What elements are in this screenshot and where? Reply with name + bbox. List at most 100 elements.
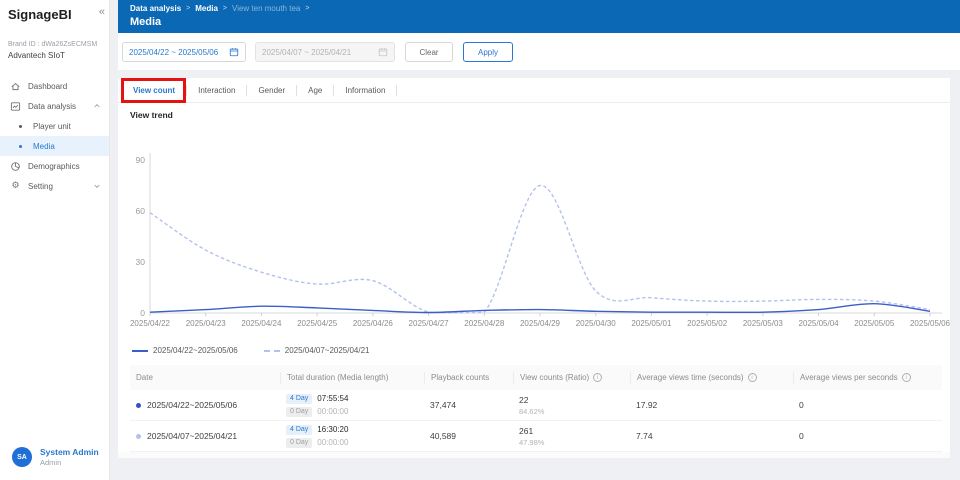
tab-interaction[interactable]: Interaction bbox=[187, 78, 246, 103]
chevron-up-icon bbox=[93, 102, 101, 110]
sidebar-collapse-icon[interactable]: « bbox=[99, 6, 105, 18]
col-date: Date bbox=[136, 373, 153, 382]
breadcrumb-current: View ten mouth tea bbox=[232, 4, 301, 13]
legend-item-compare: 2025/04/07~2025/04/21 bbox=[263, 346, 370, 355]
playback-count: 40,589 bbox=[430, 431, 456, 441]
sidebar-item-label: Media bbox=[33, 141, 55, 151]
user-role: Admin bbox=[40, 458, 62, 467]
day-badge: 0 Day bbox=[286, 437, 313, 448]
avg-views-time: 7.74 bbox=[636, 431, 653, 441]
user-name: System Admin bbox=[40, 447, 99, 457]
info-icon[interactable] bbox=[593, 373, 603, 382]
legend-item-current: 2025/04/22~2025/05/06 bbox=[132, 346, 238, 355]
page-title: Media bbox=[130, 16, 162, 28]
tab-view-count[interactable]: View count bbox=[122, 78, 186, 103]
view-count: 22 bbox=[519, 394, 529, 405]
sidebar-item-setting[interactable]: ⚙ Setting bbox=[0, 176, 109, 196]
sidebar-item-label: Data analysis bbox=[28, 101, 77, 111]
filter-bar: 2025/04/22 ~ 2025/05/06 2025/04/07 ~ 202… bbox=[118, 33, 960, 70]
bullet-icon bbox=[19, 124, 22, 128]
analysis-icon bbox=[10, 101, 21, 112]
pie-chart-icon bbox=[10, 161, 21, 172]
duration-value: 16:30:20 bbox=[317, 425, 349, 434]
svg-text:30: 30 bbox=[136, 257, 146, 267]
sidebar-nav: Dashboard Data analysis Player unit Medi… bbox=[0, 76, 109, 196]
info-icon[interactable] bbox=[747, 373, 757, 382]
sidebar-item-label: Setting bbox=[28, 181, 53, 191]
dashed-line-icon bbox=[263, 349, 280, 352]
svg-text:2025/04/23: 2025/04/23 bbox=[186, 319, 227, 328]
user-profile[interactable]: SA System Admin Admin bbox=[12, 447, 99, 467]
sidebar-item-dashboard[interactable]: Dashboard bbox=[0, 76, 109, 96]
table-header: Date Total duration (Media length) Playb… bbox=[130, 365, 942, 390]
solid-line-icon bbox=[132, 349, 148, 352]
sidebar-item-label: Dashboard bbox=[28, 81, 68, 91]
brand-name: Advantech SIoT bbox=[8, 51, 65, 60]
day-badge: 4 Day bbox=[286, 424, 313, 435]
svg-text:2025/05/01: 2025/05/01 bbox=[631, 319, 672, 328]
chart-legend: 2025/04/22~2025/05/06 2025/04/07~2025/04… bbox=[132, 346, 370, 355]
breadcrumb: Data analysis > Media > View ten mouth t… bbox=[130, 4, 960, 13]
sidebar-item-data-analysis[interactable]: Data analysis bbox=[0, 96, 109, 116]
view-trend-chart: 0 30 60 90 2025/04/22 2025/04/23 2025/04/24 202… bbox=[130, 153, 950, 328]
svg-text:2025/04/22: 2025/04/22 bbox=[130, 319, 171, 328]
day-badge: 4 Day bbox=[286, 393, 313, 404]
apply-button[interactable]: Apply bbox=[463, 42, 513, 62]
breadcrumb-separator: > bbox=[186, 5, 191, 12]
tab-gender[interactable]: Gender bbox=[247, 78, 296, 103]
compare-date-range-value: 2025/04/07 ~ 2025/04/21 bbox=[262, 47, 352, 57]
breadcrumb-data-analysis[interactable]: Data analysis bbox=[130, 4, 181, 13]
col-avg-views-time: Average views time (seconds) bbox=[637, 373, 744, 382]
avg-views-time: 17.92 bbox=[636, 400, 658, 410]
duration-value: 00:00:00 bbox=[317, 407, 349, 416]
home-icon bbox=[10, 81, 21, 92]
clear-button[interactable]: Clear bbox=[405, 42, 453, 62]
avatar: SA bbox=[12, 447, 32, 467]
sidebar-item-label: Player unit bbox=[33, 121, 71, 131]
sidebar: SignageBI « Brand ID : dWa26ZsECMSM Adva… bbox=[0, 0, 110, 480]
playback-count: 37,474 bbox=[430, 400, 456, 410]
row-date: 2025/04/22~2025/05/06 bbox=[147, 400, 238, 410]
stats-table: Date Total duration (Media length) Playb… bbox=[130, 365, 942, 452]
sidebar-item-media[interactable]: Media bbox=[0, 136, 109, 156]
table-row: 2025/04/22~2025/05/06 4 Day 07:55:54 0 D… bbox=[130, 390, 942, 421]
sidebar-item-player-unit[interactable]: Player unit bbox=[0, 116, 109, 136]
page-header: Data analysis > Media > View ten mouth t… bbox=[118, 0, 960, 33]
series-bullet-icon bbox=[136, 433, 141, 439]
brand-id: Brand ID : dWa26ZsECMSM bbox=[8, 41, 98, 48]
svg-text:2025/04/27: 2025/04/27 bbox=[409, 319, 450, 328]
col-total-duration: Total duration (Media length) bbox=[287, 373, 389, 382]
day-badge: 0 Day bbox=[286, 406, 313, 417]
app-logo: SignageBI bbox=[8, 7, 72, 22]
card-footer-strip bbox=[118, 452, 950, 458]
svg-text:2025/04/24: 2025/04/24 bbox=[241, 319, 282, 328]
calendar-icon bbox=[229, 47, 239, 57]
legend-label: 2025/04/22~2025/05/06 bbox=[153, 346, 238, 355]
tab-information[interactable]: Information bbox=[334, 78, 396, 103]
duration-value: 07:55:54 bbox=[317, 394, 349, 403]
tab-bar: View count Interaction Gender Age Inform… bbox=[118, 78, 950, 103]
col-view-counts: View counts (Ratio) bbox=[520, 373, 590, 382]
sidebar-item-demographics[interactable]: Demographics bbox=[0, 156, 109, 176]
breadcrumb-separator: > bbox=[305, 5, 310, 12]
info-icon[interactable] bbox=[901, 373, 911, 382]
sidebar-item-label: Demographics bbox=[28, 161, 80, 171]
tab-divider bbox=[396, 84, 398, 96]
view-count: 261 bbox=[519, 425, 534, 436]
bullet-icon bbox=[19, 144, 22, 148]
chart-title: View trend bbox=[130, 110, 173, 120]
svg-text:0: 0 bbox=[140, 308, 145, 318]
svg-text:2025/05/03: 2025/05/03 bbox=[743, 319, 784, 328]
svg-text:60: 60 bbox=[136, 206, 146, 216]
avg-views-per-second: 0 bbox=[799, 400, 804, 410]
calendar-icon bbox=[378, 47, 388, 57]
view-ratio: 84.62% bbox=[519, 406, 545, 416]
date-range-input[interactable]: 2025/04/22 ~ 2025/05/06 bbox=[122, 42, 246, 62]
duration-value: 00:00:00 bbox=[317, 438, 349, 447]
svg-text:2025/05/04: 2025/05/04 bbox=[799, 319, 840, 328]
svg-text:2025/04/28: 2025/04/28 bbox=[464, 319, 505, 328]
view-ratio: 47.98% bbox=[519, 437, 545, 447]
breadcrumb-media[interactable]: Media bbox=[195, 4, 218, 13]
tab-age[interactable]: Age bbox=[297, 78, 333, 103]
table-row: 2025/04/07~2025/04/21 4 Day 16:30:20 0 D… bbox=[130, 421, 942, 452]
